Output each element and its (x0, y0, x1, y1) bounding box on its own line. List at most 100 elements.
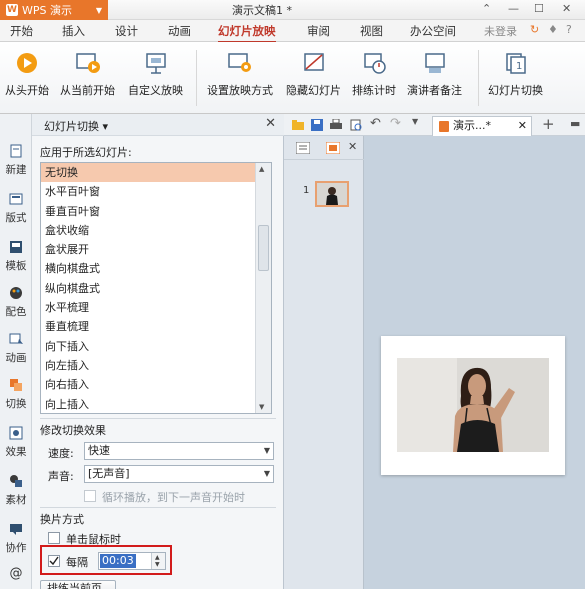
slide-number: 1 (303, 185, 310, 196)
transition-list[interactable]: 无切换 水平百叶窗 垂直百叶窗 盒状收缩 盒状展开 横向棋盘式 纵向棋盘式 水平梳理 垂直梳理向… (40, 162, 272, 414)
list-item[interactable]: 盒状收缩 (41, 221, 271, 240)
save-icon[interactable] (311, 119, 323, 131)
rehearse-timing-button[interactable]: 排练计时 (352, 50, 396, 98)
shirt-skin-icon[interactable]: ♦ (548, 23, 558, 36)
scroll-thumb[interactable] (258, 225, 269, 271)
slide-transition-button[interactable]: 1 幻灯片切换 (488, 50, 543, 98)
every-checkbox[interactable] (48, 555, 60, 567)
wps-logo-icon: W (6, 4, 18, 16)
list-item[interactable]: 水平梳理 (41, 298, 271, 317)
list-item[interactable]: 向左插入 (41, 356, 271, 375)
title-bar: W WPS 演示 ▼ 演示文稿1 * ⌃ — ☐ ✕ (0, 0, 585, 20)
list-item[interactable]: 水平百叶窗 (41, 182, 271, 201)
scroll-down-icon[interactable]: ▼ (259, 403, 264, 411)
sound-select[interactable]: [无声音] ▼ (84, 465, 274, 483)
list-item[interactable]: 纵向棋盘式 (41, 279, 271, 298)
outline-view-icon[interactable] (296, 142, 310, 154)
new-tab-icon[interactable]: + (542, 115, 555, 133)
play-circle-icon (14, 50, 40, 76)
speaker-notes-button[interactable]: 演讲者备注 (407, 50, 462, 98)
sidebar-item-new[interactable]: 新建 (0, 144, 32, 177)
list-item[interactable]: 无切换 (41, 163, 271, 183)
sidebar-item-transition[interactable]: 切换 (0, 378, 32, 411)
on-click-checkbox[interactable] (48, 532, 60, 544)
sidebar-item-at[interactable]: @ (0, 566, 32, 581)
sidebar-item-animation[interactable]: 动画 (0, 332, 32, 365)
scroll-up-icon[interactable]: ▲ (259, 165, 264, 173)
list-item[interactable]: 向右插入 (41, 375, 271, 394)
spin-down-icon[interactable]: ▼ (155, 561, 160, 568)
menu-insert[interactable]: 插入 (62, 23, 85, 39)
sidebar-item-collaborate[interactable]: 协作 (0, 522, 32, 555)
material-icon (10, 475, 22, 487)
start-from-beginning-button[interactable]: 从头开始 (5, 50, 49, 98)
quick-access-dropdown-icon[interactable]: ▼ (412, 117, 424, 129)
maximize-button[interactable]: ☐ (534, 2, 544, 15)
document-tab[interactable]: 演示...* ✕ (432, 116, 532, 136)
list-item[interactable]: 垂直百叶窗 (41, 202, 271, 221)
slide[interactable] (381, 336, 565, 475)
loop-checkbox[interactable] (84, 490, 96, 502)
speed-select[interactable]: 快速 ▼ (84, 442, 274, 460)
document-title: 演示文稿1 * (232, 4, 292, 17)
menu-review[interactable]: 审阅 (307, 23, 330, 39)
minimize-button[interactable]: — (508, 2, 519, 15)
menu-office-space[interactable]: 办公空间 (410, 23, 456, 39)
every-time-value[interactable]: 00:03 (100, 554, 136, 568)
list-item[interactable]: 盒状展开 (41, 240, 271, 259)
list-item[interactable]: 横向棋盘式 (41, 259, 271, 278)
custom-show-button[interactable]: 自定义放映 (128, 50, 183, 98)
menu-view[interactable]: 视图 (360, 23, 383, 39)
slide-canvas[interactable] (364, 136, 585, 589)
sidebar-item-layout[interactable]: 版式 (0, 192, 32, 225)
print-preview-icon[interactable] (350, 119, 362, 131)
sidebar-item-effect[interactable]: 效果 (0, 426, 32, 459)
list-item[interactable]: 垂直梳理 (41, 317, 271, 336)
close-tab-icon[interactable]: ✕ (518, 117, 527, 135)
pane-title[interactable]: 幻灯片切换 ▾ (44, 118, 108, 134)
sidebar-item-material[interactable]: 素材 (0, 474, 32, 507)
list-scrollbar[interactable]: ▲ ▼ (255, 163, 271, 413)
chevron-down-icon: ▼ (263, 446, 270, 455)
close-icon[interactable]: ✕ (265, 116, 276, 131)
menu-slideshow[interactable]: 幻灯片放映 (218, 23, 276, 43)
slide-photo[interactable] (381, 336, 565, 475)
start-from-current-button[interactable]: 从当前开始 (60, 50, 115, 98)
sidebar-item-palette[interactable]: 配色 (0, 286, 32, 319)
toolbar-separator (196, 50, 197, 106)
help-icon[interactable]: ? (566, 23, 572, 36)
print-icon[interactable] (330, 119, 342, 131)
loop-label: 循环播放，到下一声音开始时 (102, 491, 245, 504)
rehearse-current-button[interactable]: 排练当前页 (40, 580, 116, 589)
menu-home[interactable]: 开始 (10, 23, 33, 39)
list-item[interactable]: 向上插入 (41, 395, 271, 413)
close-window-button[interactable]: ✕ (562, 2, 571, 15)
rehearse-timing-icon (361, 50, 387, 76)
spinner-buttons[interactable]: ▲ ▼ (151, 553, 165, 569)
refresh-icon[interactable]: ↻ (530, 23, 539, 36)
every-time-spinner[interactable]: 00:03 ▲ ▼ (98, 552, 166, 570)
login-status[interactable]: 未登录 (484, 23, 517, 39)
tab-list-icon[interactable]: ▬ (570, 117, 582, 130)
hide-slide-button[interactable]: 隐藏幻灯片 (286, 50, 341, 98)
new-doc-icon (10, 144, 22, 158)
folder-icon[interactable] (292, 119, 304, 131)
list-item[interactable]: 向下插入 (41, 337, 271, 356)
speaker-notes-icon (422, 50, 448, 76)
undo-icon[interactable]: ↶ (370, 116, 382, 131)
collapse-ribbon-icon[interactable]: ⌃ (482, 2, 491, 15)
menu-design[interactable]: 设计 (115, 23, 138, 39)
presentation-file-icon (439, 121, 449, 132)
redo-icon[interactable]: ↷ (390, 116, 402, 131)
sidebar-item-template[interactable]: 模板 (0, 240, 32, 273)
layout-icon (9, 193, 23, 205)
setup-show-button[interactable]: 设置放映方式 (207, 50, 273, 98)
menu-animation[interactable]: 动画 (168, 23, 191, 39)
slides-view-icon[interactable] (326, 142, 340, 154)
effect-icon (9, 426, 23, 440)
close-icon[interactable]: ✕ (348, 140, 357, 153)
spin-up-icon[interactable]: ▲ (155, 554, 160, 561)
slide-thumbnail[interactable] (315, 181, 349, 207)
app-menu-button[interactable]: W WPS 演示 ▼ (0, 0, 108, 20)
ribbon-toolbar: 从头开始 从当前开始 自定义放映 设置放映方式 隐藏幻灯片 排练计时 演讲者备注… (0, 42, 585, 114)
